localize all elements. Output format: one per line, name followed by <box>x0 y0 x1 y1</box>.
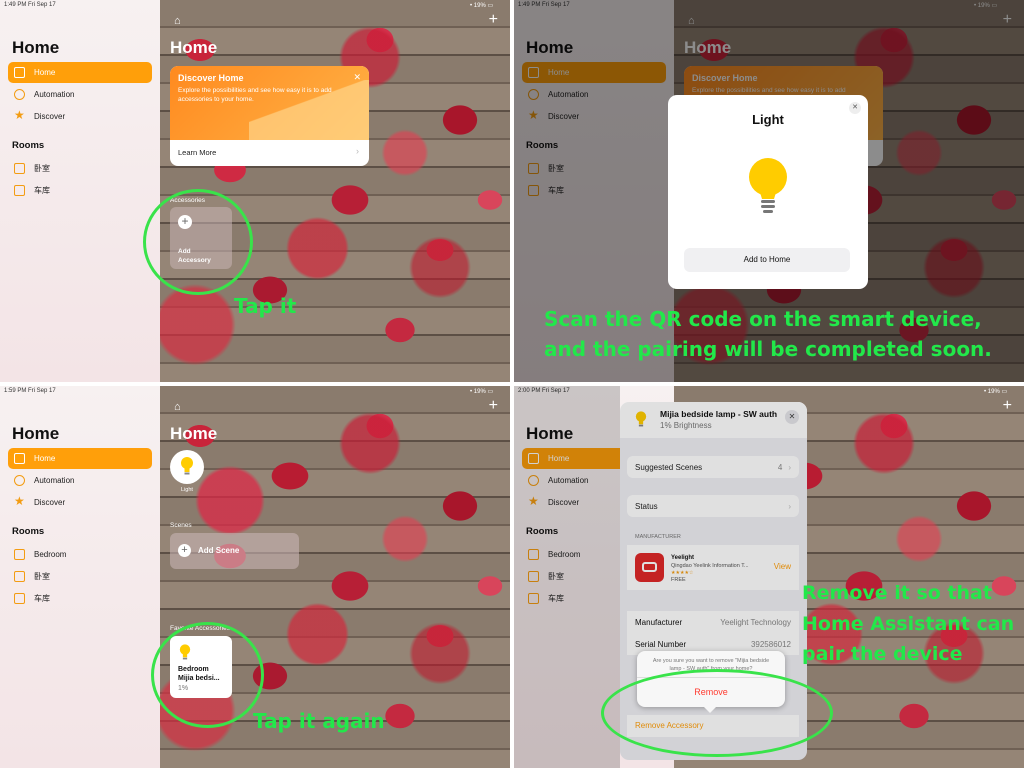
annotation-tap-again: Tap it again <box>253 709 385 733</box>
sidebar-item-home[interactable]: Home <box>8 62 152 83</box>
sidebar-title: Home <box>12 38 60 57</box>
modal-title: Light <box>752 112 784 127</box>
highlight-ellipse <box>151 622 264 728</box>
light-label: Light <box>181 487 193 493</box>
annotation-scan: Scan the QR code on the smart device, <box>544 307 982 331</box>
sidebar-room-2[interactable]: 车库 <box>8 180 152 201</box>
home-icon <box>14 453 25 464</box>
scenes-heading: Scenes <box>170 522 192 529</box>
sidebar-item-discover[interactable]: ★ Discover <box>8 106 152 127</box>
close-icon[interactable]: ✕ <box>353 72 361 83</box>
clock-icon <box>14 89 25 100</box>
add-scene-button[interactable]: + Add Scene <box>170 533 299 569</box>
sidebar-item-automation[interactable]: Automation <box>8 470 152 491</box>
sidebar: 1:49 PM Fri Sep 17 Home Home Automation … <box>0 0 160 382</box>
learn-more-link[interactable]: Learn More <box>178 148 216 157</box>
rooms-heading: Rooms <box>12 526 45 537</box>
add-icon[interactable]: + <box>489 12 498 28</box>
annotation-tap-it: Tap it <box>234 294 297 318</box>
highlight-ellipse <box>143 189 253 295</box>
room-icon <box>14 571 25 582</box>
panel-add-accessory: 1:49 PM Fri Sep 17 Home Home Automation … <box>0 0 510 382</box>
light-accessory-button[interactable] <box>170 450 204 484</box>
close-icon[interactable]: ✕ <box>849 102 861 114</box>
sidebar-room-2[interactable]: 车库 <box>8 588 152 609</box>
star-icon: ★ <box>14 494 25 508</box>
add-to-home-button[interactable]: Add to Home <box>684 248 850 272</box>
home-icon[interactable]: ⌂ <box>174 401 186 413</box>
star-icon: ★ <box>14 108 25 122</box>
room-icon <box>14 549 25 560</box>
home-icon[interactable]: ⌂ <box>174 15 186 27</box>
discover-card[interactable]: Discover Home Explore the possibilities … <box>170 66 369 166</box>
status-bar: 1:49 PM Fri Sep 17 <box>4 2 56 8</box>
sidebar-room-1[interactable]: 卧室 <box>8 158 152 179</box>
room-icon <box>14 593 25 604</box>
sidebar: 1:59 PM Fri Sep 17 Home Home Automation … <box>0 386 160 768</box>
add-icon[interactable]: + <box>1003 398 1012 414</box>
add-icon[interactable]: + <box>489 398 498 414</box>
room-icon <box>14 163 25 174</box>
lightbulb-icon <box>181 457 193 475</box>
home-icon <box>14 67 25 78</box>
discover-text: Explore the possibilities and see how ea… <box>178 87 332 103</box>
highlight-ellipse <box>601 669 833 757</box>
annotation-remove-1: Remove it so that <box>802 582 992 604</box>
panel-light-added: 1:59 PM Fri Sep 17 Home Home Automation … <box>0 386 510 768</box>
sidebar-room-1[interactable]: 卧室 <box>8 566 152 587</box>
sidebar-item-automation[interactable]: Automation <box>8 84 152 105</box>
sidebar-item-home[interactable]: Home <box>8 448 152 469</box>
rooms-heading: Rooms <box>12 140 45 151</box>
annotation-remove-3: pair the device <box>802 643 963 665</box>
panel-remove-accessory: 2:00 PM Fri Sep 17 Home Home Automation … <box>514 386 1024 768</box>
panel-light-modal: 1:49 PM Fri Sep 17 Home Home Automation … <box>514 0 1024 382</box>
annotation-scan-2: and the pairing will be completed soon. <box>544 337 992 361</box>
lightbulb-icon <box>749 158 787 213</box>
light-modal: Light ✕ Add to Home <box>668 95 868 289</box>
status-bar: 1:59 PM Fri Sep 17 <box>4 388 56 394</box>
sidebar-item-discover[interactable]: ★ Discover <box>8 492 152 513</box>
add-icon: + <box>178 544 191 557</box>
annotation-remove-2: Home Assistant can <box>802 613 1015 635</box>
page-title: Home <box>170 424 218 443</box>
page-title: Home <box>170 38 218 57</box>
sidebar-room-bedroom[interactable]: Bedroom <box>8 544 152 565</box>
chevron-right-icon: › <box>356 146 359 156</box>
sidebar-title: Home <box>12 424 60 443</box>
discover-title: Discover Home <box>178 73 244 83</box>
room-icon <box>14 185 25 196</box>
clock-icon <box>14 475 25 486</box>
